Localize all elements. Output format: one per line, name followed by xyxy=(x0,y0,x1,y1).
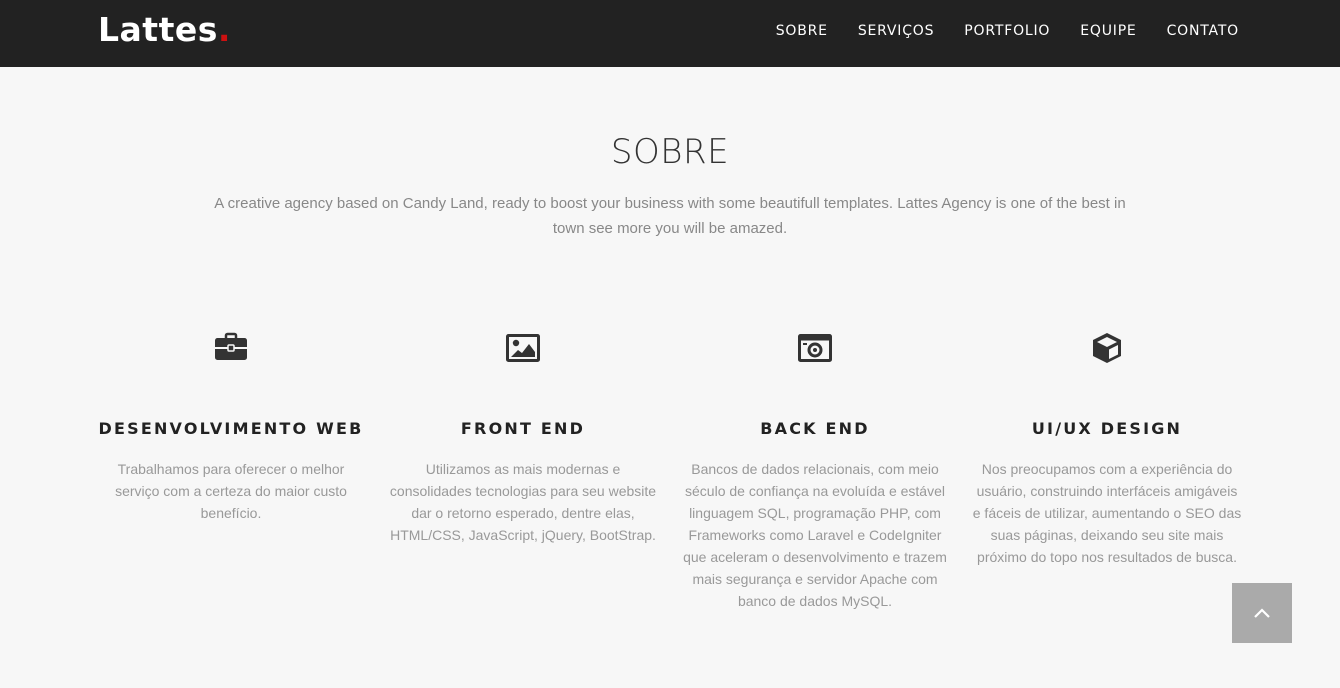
camera-icon xyxy=(798,334,832,362)
feature-title: UI/UX DESIGN xyxy=(1031,419,1183,438)
chevron-up-icon xyxy=(1254,608,1270,618)
feature-text: Trabalhamos para oferecer o melhor servi… xyxy=(115,461,347,521)
feature-ui-ux-design: UI/UX DESIGN Nos preocupamos com a exper… xyxy=(972,330,1242,568)
nav-link-portfolio[interactable]: PORTFOLIO xyxy=(964,21,1050,41)
feature-front-end: FRONT END Utilizamos as mais modernas e … xyxy=(388,330,658,546)
image-icon xyxy=(506,334,540,362)
navbar: Lattes. SOBRE SERVIÇOS PORTFOLIO EQUIPE … xyxy=(0,0,1340,67)
nav-links: SOBRE SERVIÇOS PORTFOLIO EQUIPE CONTATO xyxy=(746,21,1239,41)
brand-name: Lattes xyxy=(98,10,218,49)
section-title: SOBRE xyxy=(610,132,730,172)
feature-text: Nos preocupamos com a experiência do usu… xyxy=(972,461,1242,565)
brand-dot: . xyxy=(217,10,231,49)
feature-title: DESENVOLVIMENTO WEB xyxy=(98,419,364,438)
back-to-top-button[interactable] xyxy=(1232,583,1292,643)
briefcase-icon xyxy=(215,332,247,360)
feature-title: BACK END xyxy=(760,419,870,438)
feature-text: Utilizamos as mais modernas e consolidad… xyxy=(389,461,657,543)
nav-link-sobre[interactable]: SOBRE xyxy=(776,21,828,41)
cube-icon xyxy=(1093,333,1121,363)
section-description: A creative agency based on Candy Land, r… xyxy=(214,195,1126,237)
feature-desenvolvimento-web: DESENVOLVIMENTO WEB Trabalhamos para ofe… xyxy=(96,330,366,524)
nav-link-contato[interactable]: CONTATO xyxy=(1167,21,1239,41)
feature-back-end: BACK END Bancos de dados relacionais, co… xyxy=(680,330,950,612)
brand-logo[interactable]: Lattes. xyxy=(98,8,231,52)
feature-title: FRONT END xyxy=(460,419,586,438)
nav-link-equipe[interactable]: EQUIPE xyxy=(1080,21,1136,41)
nav-link-servicos[interactable]: SERVIÇOS xyxy=(858,21,934,41)
feature-text: Bancos de dados relacionais, com meio sé… xyxy=(683,461,947,609)
